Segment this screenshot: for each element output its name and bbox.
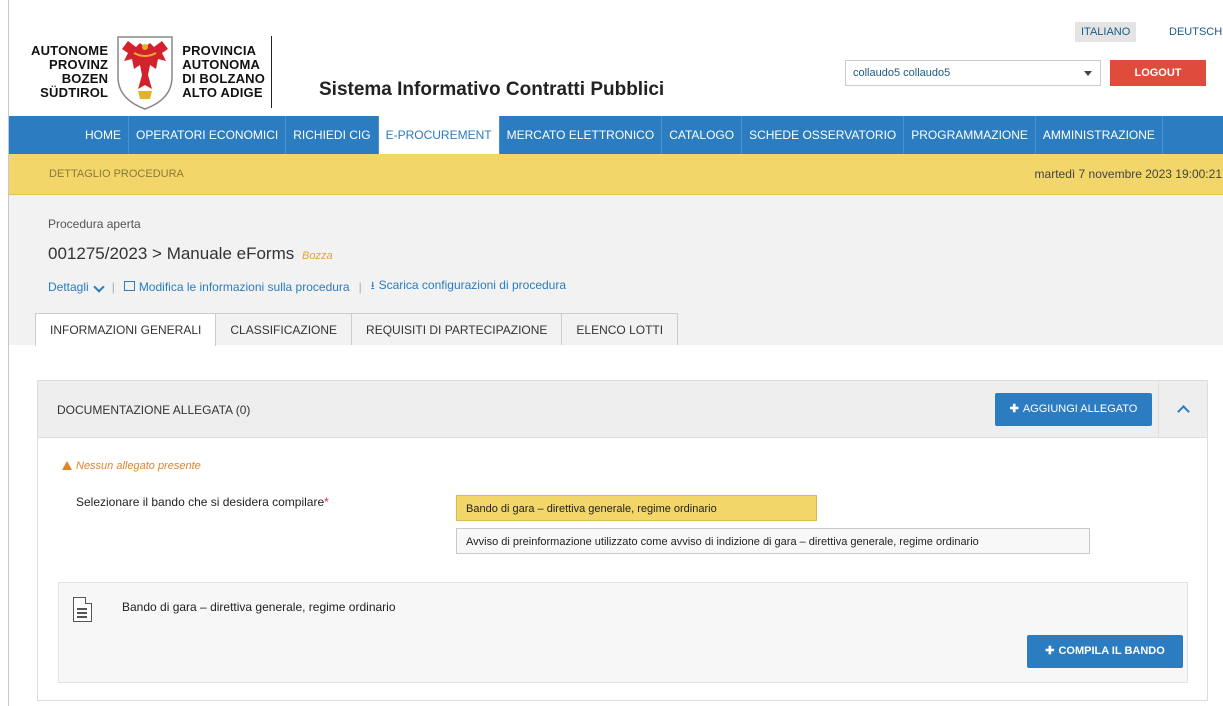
logo-line: BOZEN <box>61 71 109 86</box>
nav-item-mercato-elettronico[interactable]: MERCATO ELETTRONICO <box>500 116 663 154</box>
app-title: Sistema Informativo Contratti Pubblici <box>319 79 665 100</box>
tab-requisiti-di-partecipazione[interactable]: REQUISITI DI PARTECIPAZIONE <box>351 313 563 345</box>
nav-item-richiedi-cig[interactable]: RICHIEDI CIG <box>286 116 379 154</box>
caret-down-icon <box>1084 71 1092 76</box>
panel-title: DOCUMENTAZIONE ALLEGATA (0) <box>57 403 251 417</box>
procedure-name: Manuale eForms <box>166 244 295 263</box>
header: AUTONOME PROVINZ BOZEN SÜDTIROL PROVINCI… <box>9 0 1223 116</box>
language-italian-link[interactable]: ITALIANO <box>1075 22 1137 42</box>
nav-item-e-procurement[interactable]: E-PROCUREMENT <box>378 116 500 154</box>
procedure-header: Procedura aperta 001275/2023 > Manuale e… <box>9 195 1223 346</box>
warning-icon <box>62 461 72 470</box>
notice-select-label: Selezionare il bando che si desidera com… <box>76 495 329 509</box>
edit-icon <box>123 280 135 291</box>
required-marker: * <box>324 495 329 509</box>
attachments-panel: DOCUMENTAZIONE ALLEGATA (0) ✚ AGGIUNGI AL… <box>37 380 1208 701</box>
logo-line: AUTONOMA <box>182 57 261 72</box>
notice-card: Bando di gara – direttiva generale, regi… <box>58 582 1188 683</box>
download-link-label: Scarica configurazioni di procedura <box>378 278 567 292</box>
logo-line: SÜDTIROL <box>40 85 109 100</box>
user-select[interactable]: collaudo5 collaudo5 <box>845 60 1101 86</box>
main-nav: HOME OPERATORI ECONOMICI RICHIEDI CIG E-… <box>9 116 1223 154</box>
chevron-down-icon <box>93 280 105 293</box>
procedure-actions: Dettagli | Modifica le informazioni sull… <box>48 277 566 296</box>
plus-icon: ✚ <box>1045 645 1055 657</box>
tab-informazioni-generali[interactable]: INFORMAZIONI GENERALI <box>35 313 217 346</box>
download-icon: ⭳ <box>370 280 375 292</box>
nav-item-home[interactable]: HOME <box>78 116 129 154</box>
language-german-link[interactable]: DEUTSCH <box>1169 22 1222 42</box>
compile-label: COMPILA IL BANDO <box>1058 645 1165 657</box>
logo-text-italian: PROVINCIA AUTONOMA DI BOLZANO ALTO ADIGE <box>182 44 265 100</box>
download-config-link[interactable]: ⭳ Scarica configurazioni di procedura <box>371 277 566 296</box>
empty-attachments-warning: Nessun allegato presente <box>62 460 201 472</box>
details-label: Dettagli <box>48 279 89 294</box>
logo-line: ALTO ADIGE <box>182 85 263 100</box>
add-attachment-button[interactable]: ✚ AGGIUNGI ALLEGATO <box>995 393 1152 426</box>
tab-classificazione[interactable]: CLASSIFICAZIONE <box>215 313 353 345</box>
nav-item-schede-osservatorio[interactable]: SCHEDE OSSERVATORIO <box>742 116 905 154</box>
edit-link-label: Modifica le informazioni sulla procedura <box>138 279 350 294</box>
current-datetime: martedì 7 novembre 2023 19:00:21 <box>1034 167 1222 181</box>
procedure-type: Procedura aperta <box>48 217 141 231</box>
compile-notice-button[interactable]: ✚ COMPILA IL BANDO <box>1027 635 1183 668</box>
panel-header: DOCUMENTAZIONE ALLEGATA (0) ✚ AGGIUNGI AL… <box>38 381 1207 438</box>
document-icon <box>73 597 92 622</box>
eagle-coat-of-arms-icon <box>117 36 173 110</box>
app-frame: AUTONOME PROVINZ BOZEN SÜDTIROL PROVINCI… <box>8 0 1223 706</box>
tab-elenco-lotti[interactable]: ELENCO LOTTI <box>561 313 679 345</box>
nav-item-catalogo[interactable]: CATALOGO <box>662 116 743 154</box>
details-toggle[interactable]: Dettagli <box>48 279 105 294</box>
edit-procedure-link[interactable]: Modifica le informazioni sulla procedura <box>123 279 350 294</box>
add-attachment-label: AGGIUNGI ALLEGATO <box>1022 403 1138 415</box>
warning-text: Nessun allegato presente <box>76 460 201 472</box>
procedure-title: 001275/2023 > Manuale eForms Bozza <box>48 244 333 264</box>
collapse-panel-button[interactable] <box>1158 381 1209 438</box>
notice-card-title: Bando di gara – direttiva generale, regi… <box>122 600 396 614</box>
title-separator: > <box>152 244 162 263</box>
user-select-value: collaudo5 collaudo5 <box>853 67 951 79</box>
nav-item-operatori-economici[interactable]: OPERATORI ECONOMICI <box>129 116 287 154</box>
nav-item-programmazione[interactable]: PROGRAMMAZIONE <box>904 116 1036 154</box>
logo-line: AUTONOME <box>31 43 109 58</box>
nav-item-amministrazione[interactable]: AMMINISTRAZIONE <box>1036 116 1163 154</box>
notice-option[interactable]: Avviso di preinformazione utilizzato com… <box>456 528 1090 554</box>
procedure-tabs: INFORMAZIONI GENERALI CLASSIFICAZIONE RE… <box>35 313 679 346</box>
logo-line: PROVINZ <box>49 57 109 72</box>
chevron-up-icon <box>1177 405 1190 418</box>
logo-line: DI BOLZANO <box>182 71 266 86</box>
select-label-text: Selezionare il bando che si desidera com… <box>76 495 325 509</box>
status-badge: Bozza <box>301 250 333 262</box>
logout-button[interactable]: LOGOUT <box>1110 60 1206 86</box>
link-separator: | <box>111 279 115 294</box>
notice-option-selected[interactable]: Bando di gara – direttiva generale, regi… <box>456 495 817 521</box>
logo-divider <box>271 36 273 108</box>
link-separator: | <box>358 279 362 294</box>
breadcrumb-bar: DETTAGLIO PROCEDURA martedì 7 novembre 2… <box>9 154 1223 195</box>
logo-line: PROVINCIA <box>182 43 257 58</box>
logo-text-german: AUTONOME PROVINZ BOZEN SÜDTIROL <box>31 44 108 100</box>
breadcrumb: DETTAGLIO PROCEDURA <box>49 168 184 180</box>
plus-icon: ✚ <box>1009 403 1019 415</box>
province-logo[interactable]: AUTONOME PROVINZ BOZEN SÜDTIROL PROVINCI… <box>31 33 273 111</box>
procedure-code: 001275/2023 <box>48 244 148 263</box>
